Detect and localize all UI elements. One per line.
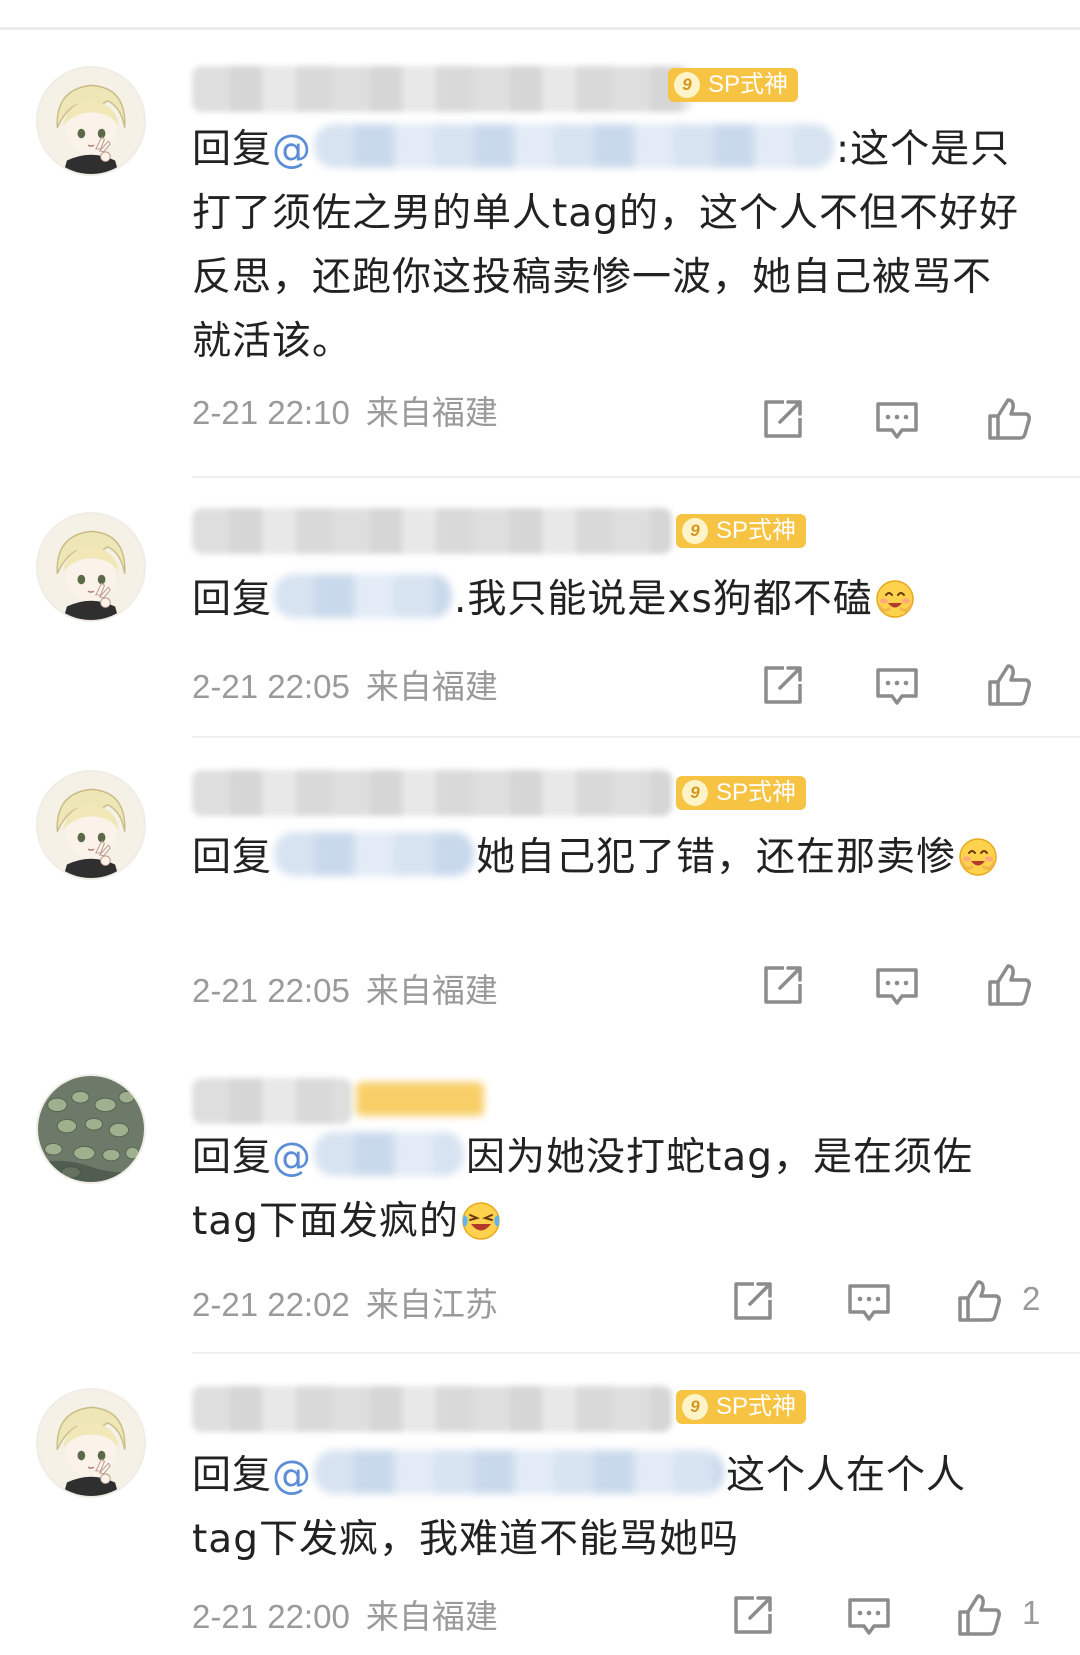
mention-blurred[interactable] xyxy=(314,1450,725,1494)
comment-location: 来自福建 xyxy=(365,972,498,1009)
badge-level-icon: 9 xyxy=(682,1394,708,1420)
reply-prefix: 回复 xyxy=(192,577,273,622)
avatar[interactable] xyxy=(36,770,146,880)
user-badge: 9 SP式神 xyxy=(668,68,799,102)
smile-emoji-icon xyxy=(958,837,998,877)
badge-label: SP式神 xyxy=(716,1393,797,1420)
divider xyxy=(192,736,1080,738)
comment-text: 回复@ 因为她没打蛇tag，是在须佐tag下面发疯的 xyxy=(192,1126,1022,1254)
like-count: 2 xyxy=(1022,1280,1041,1317)
share-icon[interactable] xyxy=(728,1590,778,1640)
user-badge xyxy=(356,1082,484,1116)
comment-icon[interactable] xyxy=(872,662,922,712)
comment-body: .我只能说是xs狗都不磕 xyxy=(454,577,873,622)
comment-icon[interactable] xyxy=(844,1592,894,1642)
thumbs-up-icon[interactable] xyxy=(984,960,1034,1010)
comment-meta: 2-21 22:05 来自福建 xyxy=(192,660,498,708)
username-blurred[interactable] xyxy=(192,66,692,112)
top-divider xyxy=(0,27,1080,30)
thumbs-up-icon[interactable] xyxy=(954,1276,1004,1326)
user-badge: 9 SP式神 xyxy=(676,514,807,548)
reply-prefix: 回复 xyxy=(192,1453,273,1498)
like-count: 1 xyxy=(1022,1594,1041,1631)
badge-label: SP式神 xyxy=(708,71,789,98)
comment-meta: 2-21 22:00 来自福建 xyxy=(192,1590,498,1638)
share-icon[interactable] xyxy=(728,1276,778,1326)
comment-time: 2-21 22:00 xyxy=(192,1598,350,1635)
avatar[interactable] xyxy=(36,512,146,622)
comment-location: 来自福建 xyxy=(365,394,498,431)
share-icon[interactable] xyxy=(758,960,808,1010)
username-blurred[interactable] xyxy=(192,1386,672,1432)
mention-blurred[interactable] xyxy=(314,1132,465,1176)
reply-prefix: 回复 xyxy=(192,127,273,172)
comment-icon[interactable] xyxy=(872,396,922,446)
comment-meta: 2-21 22:05 来自福建 xyxy=(192,964,498,1012)
comment-meta: 2-21 22:02 来自江苏 xyxy=(192,1278,498,1326)
comment-location: 来自江苏 xyxy=(365,1286,498,1323)
mention-blurred[interactable] xyxy=(274,574,453,618)
comment-body: 她自己犯了错，还在那卖惨 xyxy=(476,835,957,880)
avatar[interactable] xyxy=(36,66,146,176)
mention-blurred[interactable] xyxy=(274,832,475,876)
comment-icon[interactable] xyxy=(872,962,922,1012)
user-badge: 9 SP式神 xyxy=(676,776,807,810)
thumbs-up-icon[interactable] xyxy=(954,1590,1004,1640)
comment-location: 来自福建 xyxy=(365,668,498,705)
comment-text: 回复@:这个是只打了须佐之男的单人tag的，这个人不但不好好反思，还跑你这投稿卖… xyxy=(192,118,1022,374)
badge-label: SP式神 xyxy=(716,517,797,544)
comment-time: 2-21 22:05 xyxy=(192,972,350,1009)
badge-label: SP式神 xyxy=(716,779,797,806)
comment-icon[interactable] xyxy=(844,1278,894,1328)
avatar[interactable] xyxy=(36,1388,146,1498)
user-badge: 9 SP式神 xyxy=(676,1390,807,1424)
mention-at[interactable]: @ xyxy=(272,1453,312,1498)
comment-text: 回复 她自己犯了错，还在那卖惨 xyxy=(192,826,1022,890)
laugh-cry-emoji-icon xyxy=(461,1201,501,1241)
comment-location: 来自福建 xyxy=(365,1598,498,1635)
comment-time: 2-21 22:05 xyxy=(192,668,350,705)
mention-blurred[interactable] xyxy=(314,124,835,168)
mention-at[interactable]: @ xyxy=(272,1135,312,1180)
divider xyxy=(192,1352,1080,1354)
thumbs-up-icon[interactable] xyxy=(984,660,1034,710)
username-blurred[interactable] xyxy=(192,1078,352,1124)
share-icon[interactable] xyxy=(758,660,808,710)
badge-level-icon: 9 xyxy=(674,72,700,98)
badge-level-icon: 9 xyxy=(682,780,708,806)
reply-prefix: 回复 xyxy=(192,1135,273,1180)
comment-meta: 2-21 22:10 来自福建 xyxy=(192,386,498,434)
username-blurred[interactable] xyxy=(192,508,672,554)
mention-at[interactable]: @ xyxy=(272,127,312,172)
comment-text: 回复@ 这个人在个人tag下发疯，我难道不能骂她吗 xyxy=(192,1444,1022,1572)
badge-level-icon: 9 xyxy=(682,518,708,544)
username-blurred[interactable] xyxy=(192,770,672,816)
divider xyxy=(192,476,1080,478)
reply-prefix: 回复 xyxy=(192,835,273,880)
avatar[interactable] xyxy=(36,1074,146,1184)
thumbs-up-icon[interactable] xyxy=(984,394,1034,444)
comment-time: 2-21 22:02 xyxy=(192,1286,350,1323)
comment-text: 回复 .我只能说是xs狗都不磕 xyxy=(192,568,1022,632)
smile-emoji-icon xyxy=(875,579,915,619)
comment-time: 2-21 22:10 xyxy=(192,394,350,431)
share-icon[interactable] xyxy=(758,394,808,444)
